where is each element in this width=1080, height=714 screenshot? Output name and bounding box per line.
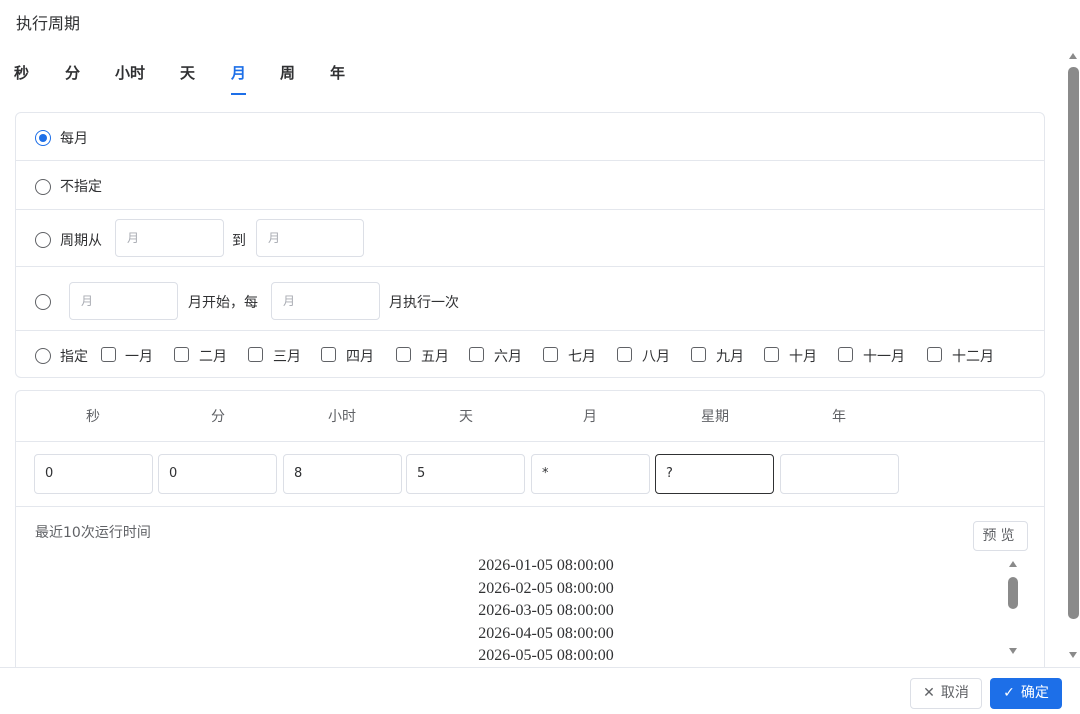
month-7-label: 七月	[568, 349, 596, 365]
dialog-scrollbar[interactable]	[1066, 50, 1080, 662]
every-month-label: 每月	[60, 131, 88, 147]
run-list-scrollbar[interactable]	[1006, 559, 1020, 659]
close-icon: ✕	[923, 685, 935, 701]
recent-runs-list[interactable]: 2026-01-05 08:00:00 2026-02-05 08:00:00 …	[396, 555, 696, 668]
unspecified-label: 不指定	[60, 179, 102, 195]
scrollbar-thumb[interactable]	[1008, 577, 1018, 609]
month-value-input[interactable]: *	[531, 454, 650, 494]
header-second: 秒	[86, 409, 100, 425]
hour-value-input[interactable]: 8	[283, 454, 402, 494]
range-to-input[interactable]: 月	[256, 219, 364, 257]
checkbox-month-8[interactable]	[617, 347, 632, 362]
preview-button[interactable]: 预览	[973, 521, 1028, 551]
month-5-label: 五月	[421, 349, 449, 365]
interval-text: 月执行一次	[389, 295, 459, 311]
specify-label: 指定	[60, 349, 88, 365]
divider	[16, 441, 1044, 442]
option-row-unspecified: 不指定	[16, 161, 1044, 210]
cancel-label: 取消	[940, 685, 969, 701]
tab-minute[interactable]: 分	[65, 62, 80, 83]
header-hour: 小时	[328, 409, 356, 425]
checkbox-month-1[interactable]	[101, 347, 116, 362]
month-11-label: 十一月	[863, 349, 905, 365]
check-icon: ✓	[1003, 685, 1015, 701]
header-weekday: 星期	[701, 409, 729, 425]
checkbox-month-3[interactable]	[248, 347, 263, 362]
radio-every-month[interactable]	[35, 130, 51, 146]
checkbox-month-5[interactable]	[396, 347, 411, 362]
radio-range[interactable]	[35, 232, 51, 248]
month-2-label: 二月	[199, 349, 227, 365]
checkbox-month-4[interactable]	[321, 347, 336, 362]
month-9-label: 九月	[716, 349, 744, 365]
active-tab-indicator	[231, 93, 246, 95]
header-month: 月	[583, 409, 597, 425]
month-1-label: 一月	[125, 349, 153, 365]
run-time-item: 2026-03-05 08:00:00	[478, 602, 614, 620]
tab-month[interactable]: 月	[231, 62, 246, 83]
second-value-input[interactable]: 0	[34, 454, 153, 494]
header-minute: 分	[211, 409, 225, 425]
checkbox-month-11[interactable]	[838, 347, 853, 362]
run-time-item: 2026-02-05 08:00:00	[478, 579, 614, 597]
scroll-up-arrow-icon[interactable]	[1009, 561, 1017, 567]
checkbox-month-2[interactable]	[174, 347, 189, 362]
scrollbar-thumb[interactable]	[1068, 67, 1079, 619]
run-time-item: 2026-05-05 08:00:00	[478, 647, 614, 665]
dialog-title: 执行周期	[16, 14, 81, 33]
run-time-item: 2026-01-05 08:00:00	[478, 557, 614, 574]
confirm-button[interactable]: ✓ 确定	[990, 678, 1062, 709]
year-value-input[interactable]	[780, 454, 899, 494]
run-time-item: 2026-04-05 08:00:00	[478, 624, 614, 642]
option-row-every-month: 每月	[16, 113, 1044, 161]
radio-specify[interactable]	[35, 348, 51, 364]
interval-start-input[interactable]: 月	[69, 282, 178, 320]
radio-interval[interactable]	[35, 294, 51, 310]
range-to-label: 到	[232, 233, 246, 249]
header-day: 天	[459, 409, 473, 425]
header-year: 年	[832, 409, 846, 425]
range-from-label: 周期从	[60, 233, 102, 249]
interval-every-input[interactable]: 月	[271, 282, 380, 320]
weekday-value-input[interactable]: ?	[655, 454, 774, 494]
option-row-interval: 月 月开始，每 月 月执行一次	[16, 267, 1044, 331]
cron-expression-panel: 秒 分 小时 天 月 星期 年 0 0 8 5 * ? 最近10次运行时间 预览…	[15, 390, 1045, 680]
tab-year[interactable]: 年	[330, 62, 345, 83]
day-value-input[interactable]: 5	[406, 454, 525, 494]
month-8-label: 八月	[642, 349, 670, 365]
checkbox-month-12[interactable]	[927, 347, 942, 362]
option-row-range: 周期从 月 到 月	[16, 210, 1044, 267]
tab-hour[interactable]: 小时	[115, 62, 145, 83]
scroll-down-arrow-icon[interactable]	[1069, 652, 1077, 658]
checkbox-month-10[interactable]	[764, 347, 779, 362]
interval-start-text: 月开始，每	[188, 295, 258, 311]
cancel-button[interactable]: ✕ 取消	[910, 678, 982, 709]
confirm-label: 确定	[1020, 685, 1049, 701]
scroll-up-arrow-icon[interactable]	[1069, 53, 1077, 59]
range-from-input[interactable]: 月	[115, 219, 224, 257]
minute-value-input[interactable]: 0	[158, 454, 277, 494]
tab-second[interactable]: 秒	[14, 62, 29, 83]
month-options-panel: 每月 不指定 周期从 月 到 月 月 月开始，每 月 月执行一次 指定 一月 二…	[15, 112, 1045, 378]
scroll-down-arrow-icon[interactable]	[1009, 648, 1017, 654]
checkbox-month-9[interactable]	[691, 347, 706, 362]
month-4-label: 四月	[346, 349, 374, 365]
tab-week[interactable]: 周	[280, 62, 295, 83]
month-12-label: 十二月	[952, 349, 994, 365]
month-6-label: 六月	[494, 349, 522, 365]
recent-runs-label: 最近10次运行时间	[35, 525, 151, 541]
checkbox-month-7[interactable]	[543, 347, 558, 362]
divider	[16, 506, 1044, 507]
checkbox-month-6[interactable]	[469, 347, 484, 362]
month-10-label: 十月	[789, 349, 817, 365]
month-3-label: 三月	[273, 349, 301, 365]
option-row-specify: 指定 一月 二月 三月 四月 五月 六月 七月 八月 九月 十月 十一月 十二月	[16, 331, 1044, 378]
tab-day[interactable]: 天	[180, 62, 195, 83]
radio-unspecified[interactable]	[35, 179, 51, 195]
